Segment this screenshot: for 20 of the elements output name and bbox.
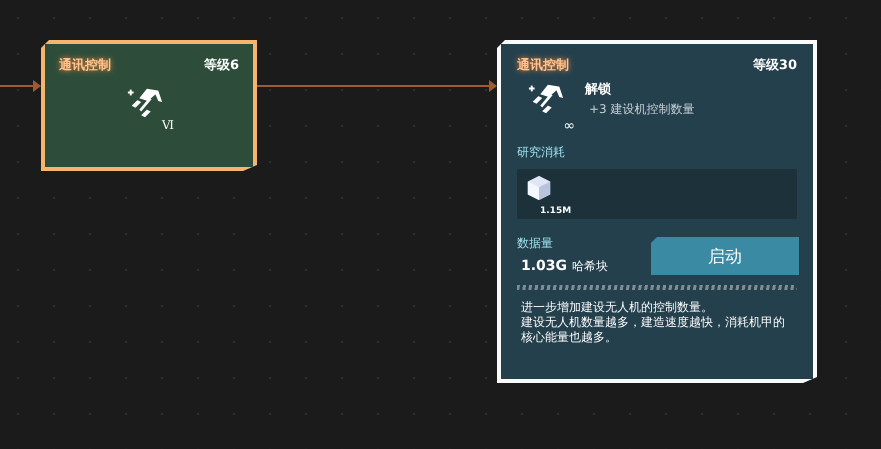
cost-amount: 1.15M	[540, 206, 572, 216]
start-button[interactable]: 启动	[651, 237, 799, 275]
description: 建设无人机数量越多，建造速度越快，消耗机甲的核心能量也越多。	[521, 315, 786, 345]
node-title: 通讯控制	[517, 57, 569, 74]
tier-label: Ⅵ	[162, 118, 174, 132]
effect-title: 解锁	[585, 81, 612, 98]
tech-node[interactable]: 通讯控制 等级6 Ⅵ	[41, 40, 257, 171]
tier-label: ∞	[563, 118, 575, 134]
description: 进一步增加建设无人机的控制数量。	[521, 300, 714, 315]
tech-node[interactable]: 通讯控制 等级30 ∞ 解锁 +3 建设机控制数量 研究消耗 1.15M 数据量 1.03G 哈希块 启动 进一步增加建设无人机的控制数量。 建设无人机数量越多，建造速度越快，消耗机甲的核心能量也越多。	[497, 40, 817, 383]
data-unit: 哈希块	[572, 258, 608, 275]
cost-label: 研究消耗	[517, 144, 566, 161]
data-value: 1.03G	[521, 258, 568, 274]
connector-arrow	[0, 80, 41, 92]
level-label: 等级30	[752, 57, 797, 74]
node-title: 通讯控制	[59, 57, 111, 74]
cube-icon	[525, 173, 553, 203]
effect-text: +3 建设机控制数量	[589, 101, 695, 118]
level-label: 等级6	[204, 57, 239, 74]
data-label: 数据量	[517, 235, 554, 252]
